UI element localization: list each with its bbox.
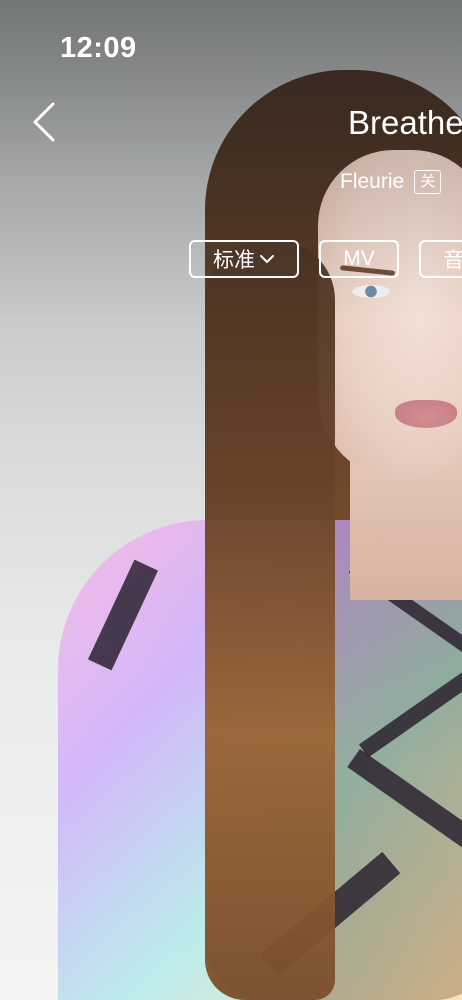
back-button[interactable]	[22, 100, 66, 148]
chevron-left-icon	[32, 102, 56, 147]
artist-name[interactable]: Fleurie	[340, 170, 404, 194]
sound-effect-button[interactable]: 音	[419, 240, 462, 278]
chevron-down-icon	[259, 254, 275, 264]
status-time: 12:09	[60, 32, 137, 64]
quality-label: 标准	[213, 249, 255, 272]
sound-effect-label: 音	[443, 249, 462, 272]
cover-artwork	[0, 0, 462, 1000]
artwork-lips	[395, 400, 457, 428]
mv-button[interactable]: MV	[319, 240, 399, 278]
mv-label: MV	[343, 247, 375, 270]
artist-row: Fleurie 关	[340, 170, 442, 194]
artwork-hair-front	[205, 240, 335, 1000]
song-title: Breathe	[348, 104, 462, 141]
follow-button[interactable]: 关	[414, 170, 442, 194]
player-screen: 12:09 Breathe Fleurie 关 标准 MV 音	[0, 0, 462, 1000]
quality-selector[interactable]: 标准	[189, 240, 299, 278]
